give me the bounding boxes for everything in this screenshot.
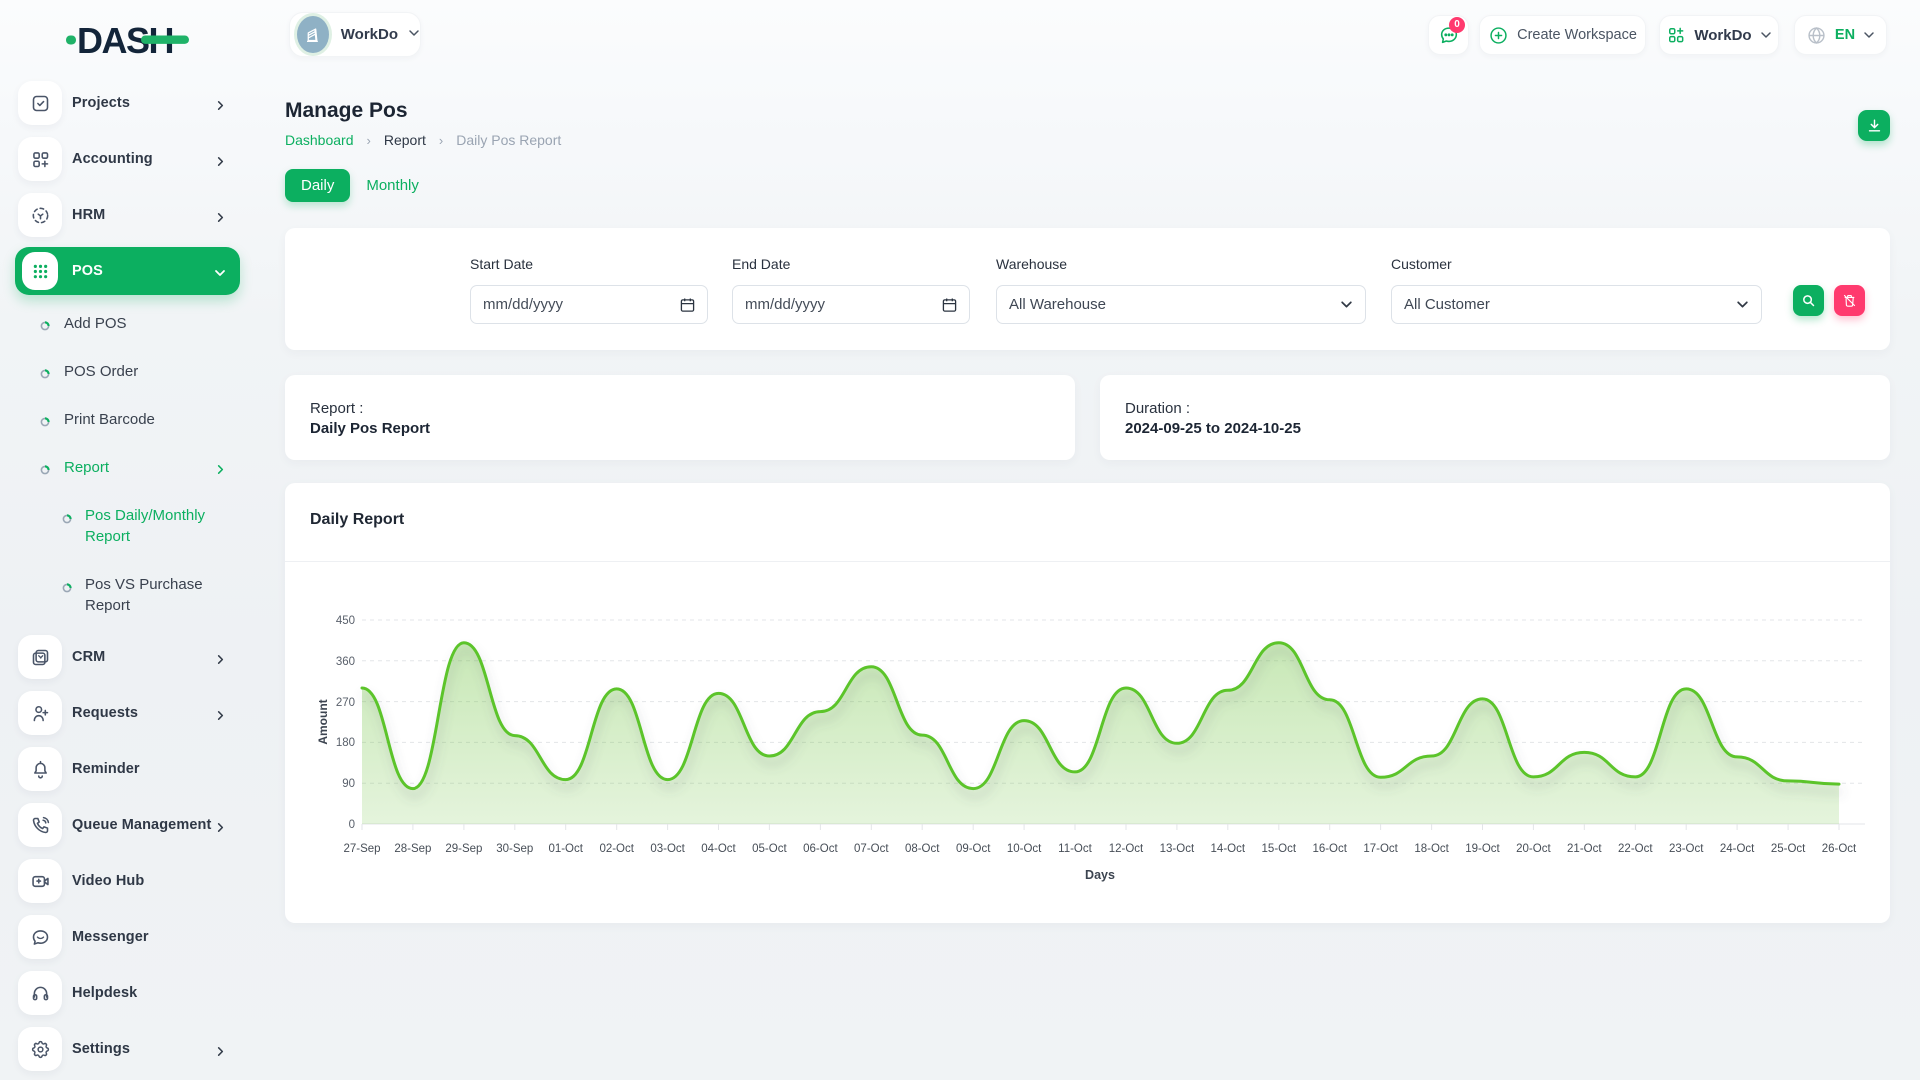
svg-text:19-Oct: 19-Oct — [1465, 843, 1500, 855]
svg-text:11-Oct: 11-Oct — [1058, 843, 1092, 855]
svg-text:18-Oct: 18-Oct — [1414, 843, 1449, 855]
svg-text:21-Oct: 21-Oct — [1567, 843, 1602, 855]
svg-text:02-Oct: 02-Oct — [599, 843, 634, 855]
svg-text:08-Oct: 08-Oct — [905, 843, 940, 855]
svg-text:14-Oct: 14-Oct — [1211, 843, 1246, 855]
svg-text:25-Oct: 25-Oct — [1771, 843, 1806, 855]
svg-text:10-Oct: 10-Oct — [1007, 843, 1042, 855]
svg-text:12-Oct: 12-Oct — [1109, 843, 1144, 855]
svg-text:28-Sep: 28-Sep — [394, 843, 431, 855]
svg-text:03-Oct: 03-Oct — [650, 843, 685, 855]
svg-text:30-Sep: 30-Sep — [496, 843, 533, 855]
svg-text:13-Oct: 13-Oct — [1160, 843, 1195, 855]
svg-text:90: 90 — [342, 778, 355, 790]
svg-text:0: 0 — [349, 819, 355, 831]
svg-text:01-Oct: 01-Oct — [548, 843, 583, 855]
svg-text:180: 180 — [336, 737, 355, 749]
svg-text:17-Oct: 17-Oct — [1363, 843, 1398, 855]
svg-text:Amount: Amount — [316, 699, 330, 744]
svg-text:26-Oct: 26-Oct — [1822, 843, 1857, 855]
svg-text:06-Oct: 06-Oct — [803, 843, 838, 855]
svg-text:15-Oct: 15-Oct — [1262, 843, 1297, 855]
svg-text:04-Oct: 04-Oct — [701, 843, 736, 855]
svg-text:360: 360 — [336, 656, 355, 668]
svg-text:270: 270 — [336, 697, 355, 709]
svg-text:27-Sep: 27-Sep — [343, 843, 380, 855]
svg-text:22-Oct: 22-Oct — [1618, 843, 1653, 855]
svg-text:16-Oct: 16-Oct — [1312, 843, 1347, 855]
svg-text:05-Oct: 05-Oct — [752, 843, 787, 855]
svg-text:09-Oct: 09-Oct — [956, 843, 991, 855]
svg-text:29-Sep: 29-Sep — [445, 843, 482, 855]
svg-text:Days: Days — [1085, 868, 1115, 882]
svg-text:450: 450 — [336, 615, 355, 627]
svg-text:07-Oct: 07-Oct — [854, 843, 889, 855]
svg-text:23-Oct: 23-Oct — [1669, 843, 1704, 855]
svg-text:20-Oct: 20-Oct — [1516, 843, 1551, 855]
svg-text:24-Oct: 24-Oct — [1720, 843, 1755, 855]
